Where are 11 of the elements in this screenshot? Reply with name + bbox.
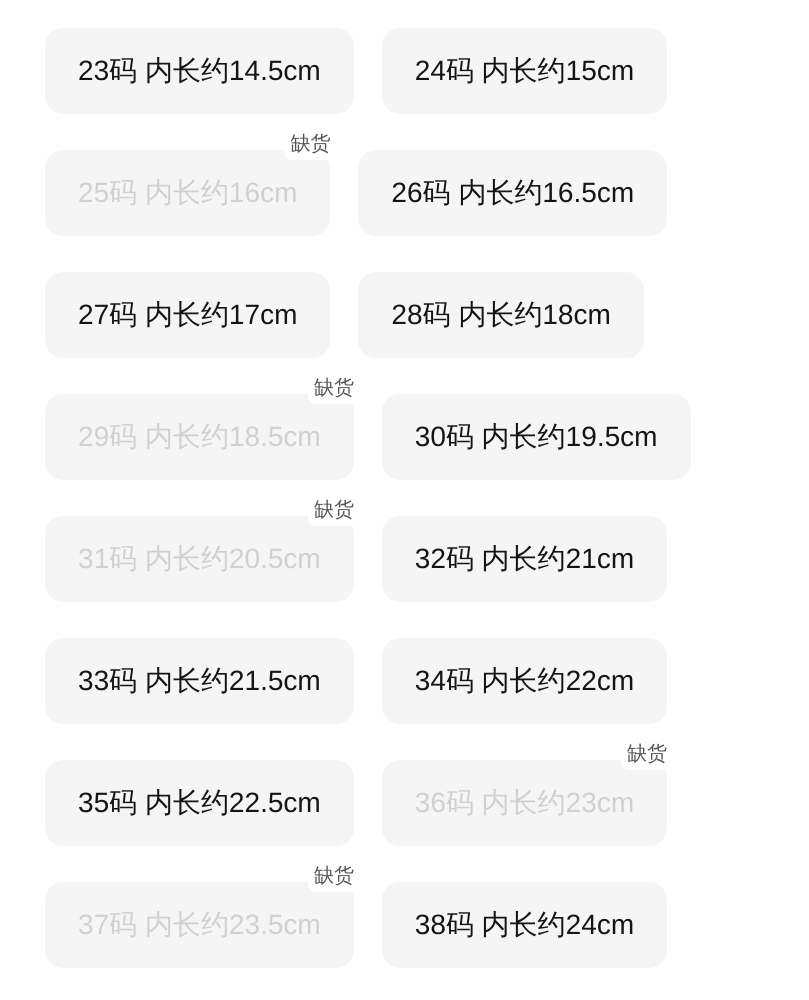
- size-option[interactable]: 28码 内长约18cm: [358, 272, 644, 358]
- size-option[interactable]: 34码 内长约22cm: [382, 638, 668, 724]
- size-option[interactable]: 26码 内长约16.5cm: [358, 150, 668, 236]
- size-option[interactable]: 27码 内长约17cm: [45, 272, 330, 358]
- size-option[interactable]: 24码 内长约15cm: [382, 28, 668, 114]
- size-option[interactable]: 32码 内长约21cm: [382, 516, 668, 602]
- size-option[interactable]: 33码 内长约21.5cm: [45, 638, 354, 724]
- size-option[interactable]: 30码 内长约19.5cm: [382, 394, 690, 480]
- size-option[interactable]: 38码 内长约24cm: [382, 882, 668, 968]
- size-option[interactable]: 23码 内长约14.5cm: [45, 28, 354, 114]
- size-option[interactable]: 35码 内长约22.5cm: [45, 760, 354, 846]
